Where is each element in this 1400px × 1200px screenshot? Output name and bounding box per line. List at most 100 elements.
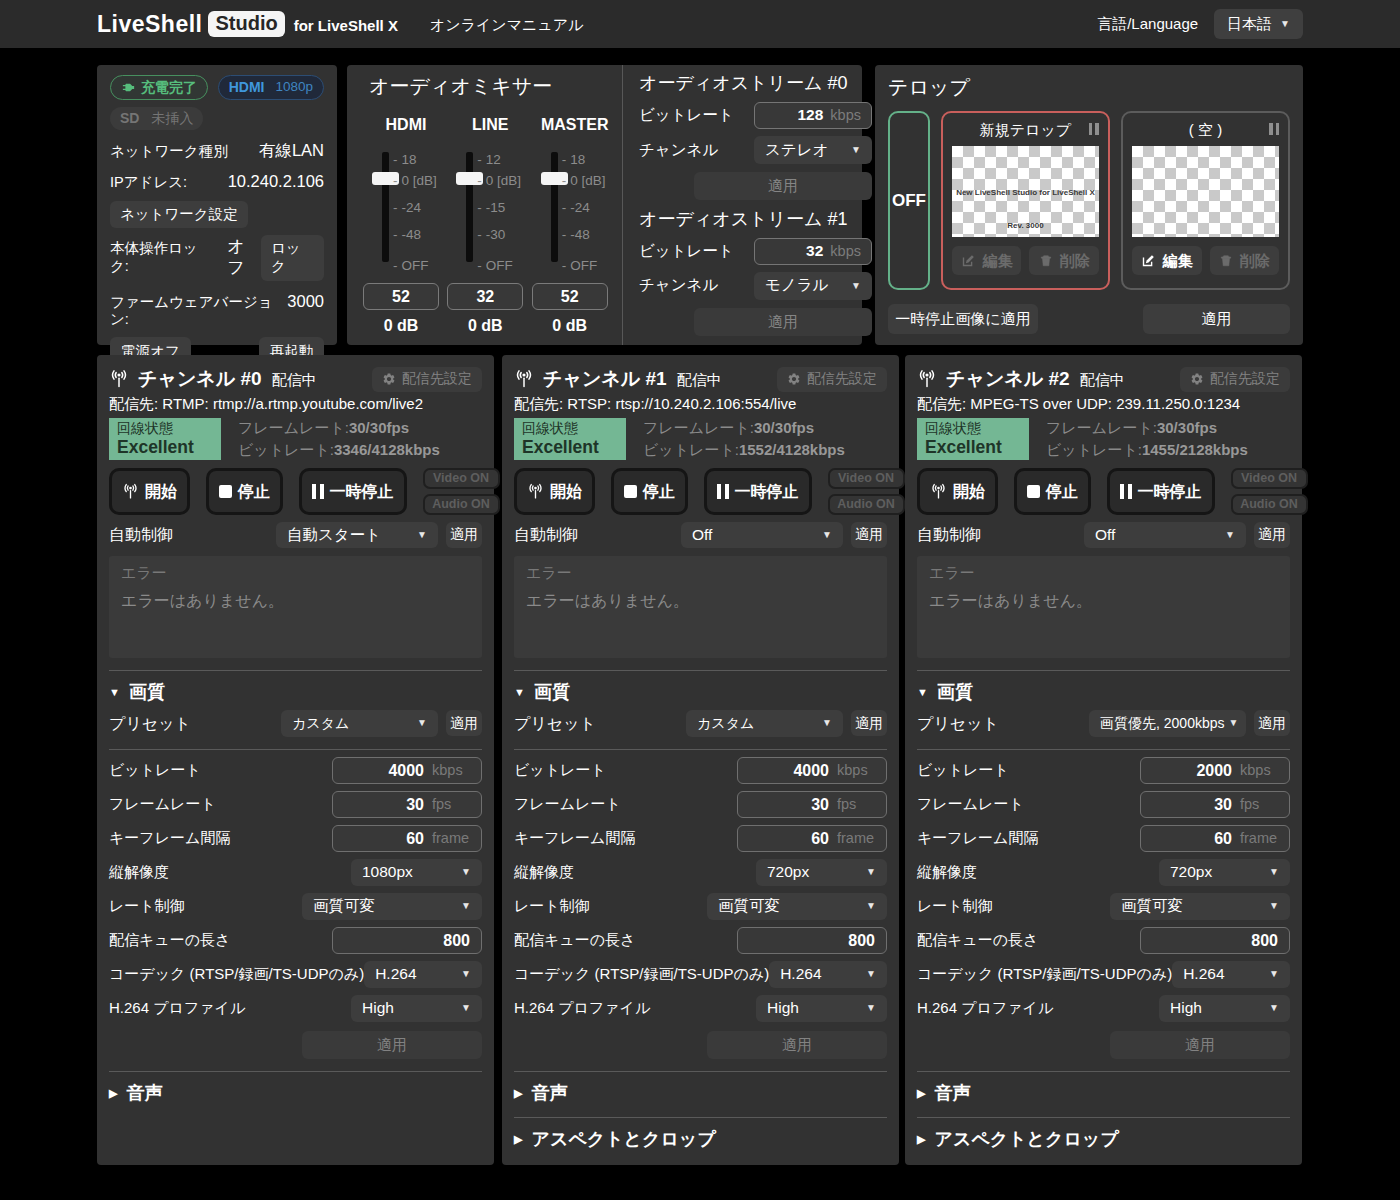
- mixer-value-input[interactable]: 52: [532, 283, 608, 310]
- destination-settings-button[interactable]: 配信先設定: [1180, 367, 1290, 392]
- telop-card-empty[interactable]: ( 空 ) 編集 削除: [1121, 111, 1290, 290]
- preset-apply-button[interactable]: 適用: [1254, 710, 1290, 736]
- preset-select[interactable]: カスタム ▼: [686, 710, 843, 737]
- quality-field-select[interactable]: High▼: [1159, 995, 1290, 1022]
- volume-slider[interactable]: 180 [dB]-24-48OFF: [538, 152, 622, 264]
- quality-field-input[interactable]: 4000kbps: [332, 757, 482, 784]
- stream-apply-button[interactable]: 適用: [694, 308, 872, 336]
- quality-apply-button[interactable]: 適用: [302, 1031, 482, 1059]
- stream-channel-select[interactable]: モノラル▼: [754, 272, 872, 300]
- volume-slider[interactable]: 180 [dB]-24-48OFF: [369, 152, 453, 264]
- pause-button[interactable]: 一時停止: [1107, 468, 1215, 515]
- pause-button[interactable]: 一時停止: [704, 468, 812, 515]
- stream-channel-label: チャンネル: [639, 276, 718, 295]
- stop-button[interactable]: 停止: [611, 468, 688, 515]
- start-button[interactable]: 開始: [109, 468, 190, 515]
- quality-section-header[interactable]: ▼ 画質: [917, 682, 1290, 704]
- telop-apply-button[interactable]: 適用: [1143, 304, 1290, 334]
- quality-field-value: 1080px: [362, 863, 413, 882]
- destination-settings-button[interactable]: 配信先設定: [372, 367, 482, 392]
- chevron-down-icon: ▼: [1280, 18, 1290, 30]
- quality-field-select[interactable]: H.264▼: [364, 961, 482, 988]
- telop-title: テロップ: [888, 75, 1290, 99]
- slider-tick-label: 18: [562, 152, 586, 168]
- quality-apply-button[interactable]: 適用: [1110, 1031, 1290, 1059]
- telop-off-button[interactable]: OFF: [888, 111, 930, 290]
- stream-bitrate-input[interactable]: 32kbps: [754, 238, 872, 265]
- language-select[interactable]: 日本語 ▼: [1214, 9, 1303, 39]
- quality-field-value: High: [1170, 999, 1202, 1018]
- start-button[interactable]: 開始: [514, 468, 595, 515]
- audio-section-header[interactable]: ▶ 音声: [514, 1083, 887, 1105]
- start-button[interactable]: 開始: [917, 468, 998, 515]
- apply-to-pause-image-button[interactable]: 一時停止画像に適用: [888, 304, 1038, 334]
- quality-field-input[interactable]: 30fps: [737, 791, 887, 818]
- edit-icon: [961, 253, 976, 268]
- quality-field-input[interactable]: 800: [737, 927, 887, 954]
- quality-field-select[interactable]: 画質可変▼: [302, 893, 482, 920]
- quality-field-input[interactable]: 800: [332, 927, 482, 954]
- auto-control-select[interactable]: Off ▼: [681, 522, 843, 548]
- quality-field-input[interactable]: 60frame: [332, 825, 482, 852]
- quality-field-label: 配信キューの長さ: [514, 931, 635, 949]
- auto-control-apply-button[interactable]: 適用: [446, 522, 482, 548]
- auto-control-apply-button[interactable]: 適用: [851, 522, 887, 548]
- quality-field-input[interactable]: 4000kbps: [737, 757, 887, 784]
- stop-button[interactable]: 停止: [1014, 468, 1091, 515]
- auto-control-select[interactable]: Off ▼: [1084, 522, 1246, 548]
- quality-field-input[interactable]: 60frame: [737, 825, 887, 852]
- quality-section-header[interactable]: ▼ 画質: [514, 682, 887, 704]
- volume-slider[interactable]: 120 [dB]-15-30OFF: [453, 152, 537, 264]
- quality-field-select[interactable]: 720px▼: [1159, 859, 1290, 886]
- quality-field-select[interactable]: High▼: [351, 995, 482, 1022]
- aspect-section-header[interactable]: ▶ アスペクトとクロップ: [514, 1129, 887, 1151]
- quality-field-input[interactable]: 800: [1140, 927, 1290, 954]
- telop-card[interactable]: 新規テロップ New LiveShell Studio for LiveShel…: [941, 111, 1110, 290]
- preset-select[interactable]: 画質優先, 2000kbps ▼: [1089, 710, 1246, 737]
- quality-section-header[interactable]: ▼ 画質: [109, 682, 482, 704]
- mixer-value-input[interactable]: 32: [447, 283, 523, 310]
- quality-field-select[interactable]: 1080px▼: [351, 859, 482, 886]
- telop-delete-button[interactable]: 削除: [1029, 246, 1099, 275]
- aspect-section-header[interactable]: ▶ アスペクトとクロップ: [917, 1129, 1290, 1151]
- quality-field-input[interactable]: 30fps: [1140, 791, 1290, 818]
- preset-apply-button[interactable]: 適用: [851, 710, 887, 736]
- quality-field-row: ビットレート2000kbps: [917, 757, 1290, 784]
- quality-apply-button[interactable]: 適用: [707, 1031, 887, 1059]
- line-status-value: Excellent: [522, 437, 618, 458]
- quality-field-select[interactable]: 画質可変▼: [1110, 893, 1290, 920]
- stream-channel-select[interactable]: ステレオ▼: [754, 136, 872, 164]
- destination-settings-button[interactable]: 配信先設定: [777, 367, 887, 392]
- auto-control-select[interactable]: 自動スタート ▼: [276, 522, 438, 548]
- stream-bitrate-input[interactable]: 128kbps: [754, 102, 872, 129]
- pause-button[interactable]: 一時停止: [299, 468, 407, 515]
- telop-edit-button[interactable]: 編集: [1132, 246, 1202, 275]
- preset-label: プリセット: [109, 714, 191, 734]
- network-settings-button[interactable]: ネットワーク設定: [110, 201, 248, 229]
- preset-apply-button[interactable]: 適用: [446, 710, 482, 736]
- preset-select[interactable]: カスタム ▼: [281, 710, 438, 737]
- mixer-value-input[interactable]: 52: [363, 283, 439, 310]
- quality-field-value: 800: [848, 931, 875, 951]
- quality-field-input[interactable]: 30fps: [332, 791, 482, 818]
- lock-button[interactable]: ロック: [261, 235, 324, 280]
- online-manual-link[interactable]: オンラインマニュアル: [430, 16, 584, 34]
- quality-field-select[interactable]: 画質可変▼: [707, 893, 887, 920]
- quality-field-input[interactable]: 60frame: [1140, 825, 1290, 852]
- quality-field-input[interactable]: 2000kbps: [1140, 757, 1290, 784]
- auto-control-apply-button[interactable]: 適用: [1254, 522, 1290, 548]
- telop-delete-button[interactable]: 削除: [1210, 246, 1280, 275]
- stop-button[interactable]: 停止: [206, 468, 283, 515]
- quality-field-select[interactable]: H.264▼: [1172, 961, 1290, 988]
- telop-preview-text: New LiveShell Studio for LiveShell X: [952, 188, 1099, 198]
- telop-edit-button[interactable]: 編集: [952, 246, 1022, 275]
- quality-field-row: レート制御画質可変▼: [917, 893, 1290, 920]
- destination-settings-label: 配信先設定: [402, 370, 472, 387]
- quality-field-select[interactable]: High▼: [756, 995, 887, 1022]
- audio-section-header[interactable]: ▶ 音声: [917, 1083, 1290, 1105]
- quality-field-select[interactable]: 720px▼: [756, 859, 887, 886]
- quality-field-select[interactable]: H.264▼: [769, 961, 887, 988]
- slider-tick-label: -48: [562, 227, 590, 243]
- stream-apply-button[interactable]: 適用: [694, 172, 872, 200]
- audio-section-header[interactable]: ▶ 音声: [109, 1083, 482, 1105]
